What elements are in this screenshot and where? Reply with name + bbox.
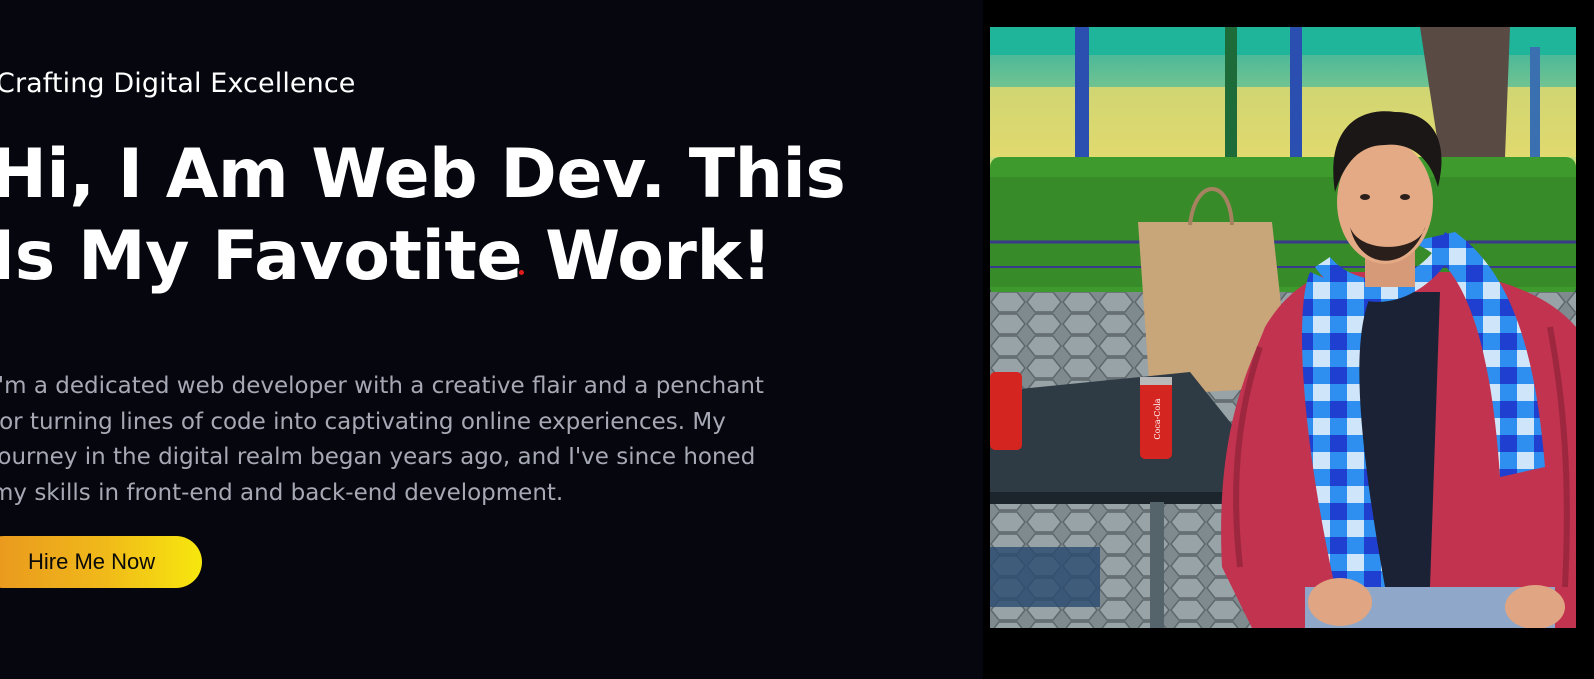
hire-me-button[interactable]: Hire Me Now xyxy=(0,536,202,588)
portrait-photo: Coca-Cola xyxy=(990,27,1576,628)
cursor-dot xyxy=(519,270,524,275)
person-hand-right xyxy=(1505,585,1565,628)
bio-line-2: for turning lines of code into captivati… xyxy=(0,408,726,435)
bio-line-4: my skills in front-end and back-end deve… xyxy=(0,479,564,506)
soda-can-left xyxy=(990,372,1022,450)
hero-headline-line-2: Is My Favotite Work! xyxy=(0,217,772,296)
canopy-pole xyxy=(1075,27,1089,167)
hero-text-section: Crafting Digital Excellence Hi, I Am Web… xyxy=(0,0,983,679)
portrait-frame: Coca-Cola xyxy=(983,0,1594,679)
hero-bio: I'm a dedicated web developer with a cre… xyxy=(0,369,811,511)
bio-line-1: I'm a dedicated web developer with a cre… xyxy=(0,373,764,399)
portrait-illustration: Coca-Cola xyxy=(990,27,1576,628)
svg-text:Coca-Cola: Coca-Cola xyxy=(1153,398,1162,439)
bio-line-3: journey in the digital realm began years… xyxy=(0,444,756,470)
hero-headline: Hi, I Am Web Dev. This Is My Favotite Wo… xyxy=(0,134,846,298)
person-hand-left xyxy=(1308,578,1372,626)
hero-tagline: Crafting Digital Excellence xyxy=(0,68,356,99)
hero-headline-line-1: Hi, I Am Web Dev. This xyxy=(0,135,846,214)
